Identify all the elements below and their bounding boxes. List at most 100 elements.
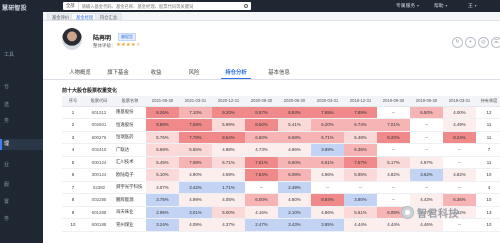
weight-cell: 4.09%: [179, 218, 212, 232]
sidebar-item-select[interactable]: 选: [0, 100, 43, 111]
table-header-row: 序号 股票代码 股票名称 2021-06-30 2021-03-31 2020-12-31…: [62, 96, 500, 107]
rating-stars: ★★★★★: [116, 42, 141, 48]
weight-cell: 2.95%: [146, 206, 179, 219]
sidebar-item-manager[interactable]: 理: [0, 139, 43, 150]
column-header[interactable]: 2021-03-31: [179, 96, 212, 107]
weight-cell: 4.37%: [212, 218, 245, 232]
column-header[interactable]: 2019-03-31: [443, 96, 476, 107]
weight-cell: 5.76%: [146, 131, 179, 144]
tab-basic-info[interactable]: 基本信息: [264, 68, 294, 79]
weight-cell: 4.44%: [344, 218, 377, 232]
sidebar-item-service[interactable]: 务: [0, 116, 43, 127]
table-row[interactable]: 6 300124 欧陆电子 5.10% 4.90% 4.59% 7.84% 6.08% 4.96…: [62, 168, 500, 182]
weight-cell: 4.46%: [410, 218, 443, 232]
column-header[interactable]: 持有季度: [476, 96, 500, 107]
table-row[interactable]: 10 600188 兖州煤业 3.24% 4.09% 4.37% 2.47% 3.43% 3.8…: [62, 218, 500, 232]
weight-cell: 8.26%: [146, 106, 179, 119]
stock-name[interactable]: 恒逸股份: [114, 118, 146, 132]
table-row[interactable]: 3 600276 恒瑞医药 5.76% 7.79% 8.64% 6.50% 6.58% 6.71…: [62, 131, 500, 144]
weight-cell: 5.99%: [212, 118, 245, 132]
tab-overview[interactable]: 人物概览: [65, 68, 95, 79]
app-window: 慧研智投 工具 仓 选 务 理 业 服 置 务 全部 专属服务▼ 帮助▼ 王▼ …: [0, 0, 500, 243]
weight-cell: --: [410, 131, 443, 144]
weight-cell: 3.01%: [179, 206, 212, 219]
quarters-held: 11: [476, 156, 500, 169]
table-row[interactable]: 5 000124 汇川技术 5.45% 7.08% 5.71% 7.81% 6.60% 6.51…: [62, 156, 500, 169]
quarters-held: 7: [476, 143, 500, 157]
weight-cell: 6.50%: [410, 106, 443, 119]
follow-icon[interactable]: ◎: [478, 37, 489, 48]
stock-name[interactable]: 恒瑞医药: [114, 131, 146, 144]
quarters-held: 11: [476, 131, 500, 144]
weight-cell: --: [245, 181, 278, 194]
stock-name[interactable]: 海天味业: [114, 206, 146, 219]
search-scope-select[interactable]: 全部: [63, 2, 79, 10]
search-icon[interactable]: [244, 3, 248, 8]
refresh-icon[interactable]: ↻: [452, 37, 463, 48]
column-header[interactable]: 2020-12-31: [212, 96, 245, 107]
column-header[interactable]: 2021-06-30: [146, 96, 179, 107]
column-header[interactable]: 2019-12-31: [344, 96, 377, 107]
stock-name[interactable]: 汇川技术: [114, 156, 146, 169]
stock-name[interactable]: 欧陆电子: [114, 168, 146, 182]
quarters-held: 4: [476, 181, 500, 194]
weight-cell: 8.24%: [443, 131, 476, 144]
column-header[interactable]: 2020-03-31: [311, 96, 344, 107]
search-input[interactable]: [78, 3, 229, 9]
weight-cell: 4.59%: [212, 168, 245, 182]
table-row[interactable]: 2 002601 恒逸股份 8.89% 7.59% 5.99% 8.50% 5.41% 6.20…: [62, 118, 500, 132]
sidebar-item-settings[interactable]: 置: [0, 197, 43, 208]
stock-code: 002601: [84, 118, 114, 132]
tab-returns[interactable]: 收益: [141, 68, 171, 79]
weight-cell: 7.89%: [344, 106, 377, 119]
tab-managed-funds[interactable]: 旗下基金: [103, 68, 133, 79]
weight-cell: 5.61%: [344, 206, 377, 219]
rating-label: 整体评级：: [93, 43, 116, 48]
tab-risk[interactable]: 风险: [179, 68, 209, 79]
sidebar-item-tools[interactable]: 工具: [0, 50, 43, 61]
menu-icon[interactable]: ☰: [491, 37, 500, 48]
stock-name[interactable]: 广联达: [114, 143, 146, 157]
stock-name[interactable]: 鹏辉能源: [114, 193, 146, 207]
stock-code: 601288: [84, 206, 114, 219]
weight-cell: --: [311, 181, 344, 194]
nav-help[interactable]: 帮助▼: [434, 0, 448, 12]
column-header: 股票名称: [114, 96, 146, 107]
nav-user[interactable]: 王▼: [468, 0, 477, 12]
quarters-held: 11: [476, 118, 500, 132]
table-row[interactable]: 4 002410 广联达 5.69% 5.55% 4.88% 4.73% 4.86% 3.89%…: [62, 143, 500, 157]
stock-name[interactable]: 兖州煤业: [114, 218, 146, 232]
stock-name[interactable]: 隆基股份: [114, 106, 146, 119]
stock-name[interactable]: 舜宇光学科技: [114, 181, 146, 194]
weight-cell: 8.84%: [311, 193, 344, 207]
sidebar-item-business[interactable]: 业: [0, 160, 43, 171]
chevron-down-icon: ▼: [416, 4, 420, 8]
column-header[interactable]: 2019-09-30: [377, 96, 410, 107]
table-row[interactable]: 1 601012 隆基股份 8.26% 7.10% 9.20% 8.57% 8.93% 7.95…: [62, 106, 500, 119]
nav-exclusive-service[interactable]: 专属服务▼: [396, 0, 420, 12]
quarters-held: 10: [476, 168, 500, 182]
weight-cell: 5.17%: [377, 156, 410, 169]
table-row[interactable]: 7 02382 舜宇光学科技 4.07% 3.42% 1.71% -- 2.49% -- -- --…: [62, 181, 500, 194]
row-index: 4: [62, 143, 84, 157]
star-icon: ★: [135, 42, 141, 48]
add-compare-icon[interactable]: +: [465, 37, 476, 48]
weight-cell: 4.49%: [443, 118, 476, 132]
weight-cell: 4.44%: [377, 218, 410, 232]
sidebar-item-holdings[interactable]: 仓: [0, 82, 43, 93]
sidebar-item-support[interactable]: 服: [0, 180, 43, 191]
weight-cell: --: [344, 181, 377, 194]
column-header[interactable]: 2020-09-30: [245, 96, 278, 107]
weight-cell: 3.89%: [311, 143, 344, 157]
stock-code: 002285: [84, 193, 114, 207]
column-header[interactable]: 2019-06-30: [410, 96, 443, 107]
manager-tabs: 人物概览 旗下基金 收益 风险 持仓分析 基本信息: [43, 66, 500, 80]
column-header[interactable]: 2020-06-30: [278, 96, 311, 107]
stock-code: 300124: [84, 168, 114, 182]
tab-holdings-analysis[interactable]: 持仓分析: [221, 68, 251, 79]
section-title: 前十大股仓股票权重变化: [62, 88, 118, 94]
global-search[interactable]: 全部: [63, 2, 251, 10]
weight-cell: 4.90%: [179, 168, 212, 182]
sidebar-item-more[interactable]: 务: [0, 214, 43, 225]
subtab-holdings-summary[interactable]: 持仓汇总: [95, 13, 123, 20]
